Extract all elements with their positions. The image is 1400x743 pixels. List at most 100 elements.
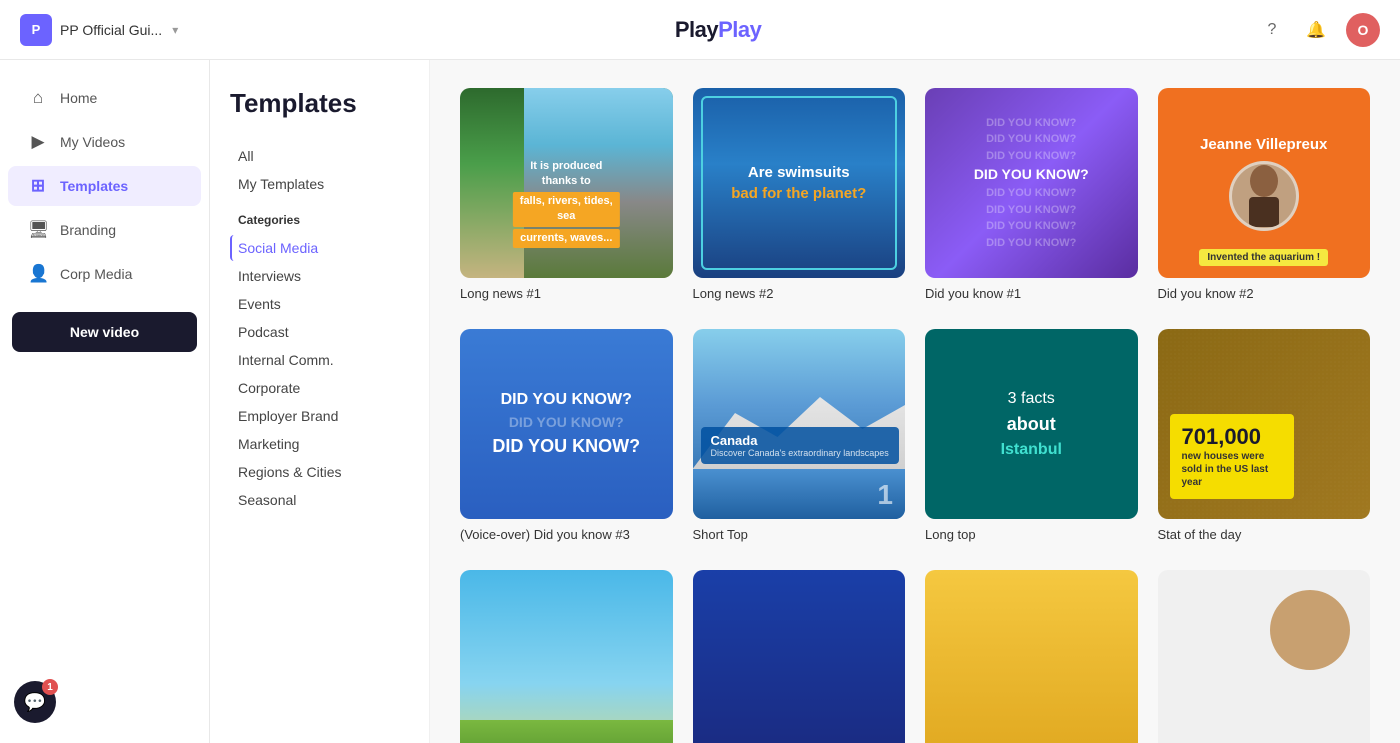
template-thumb-long-top: 3 facts about Istanbul — [925, 329, 1138, 519]
app-logo: PlayPlay — [675, 17, 762, 43]
istanbul-text: 3 facts about Istanbul — [1001, 387, 1062, 462]
template-card-long-news-1[interactable]: It is produced thanks to falls, rivers, … — [460, 88, 673, 301]
main-area: Templates All My Templates Categories So… — [210, 60, 1400, 743]
template-thumb-long-news-2: Are swimsuitsbad for the planet? — [693, 88, 906, 278]
help-icon[interactable]: ? — [1258, 16, 1286, 44]
templates-row-1: It is produced thanks to falls, rivers, … — [460, 88, 1370, 301]
cat-social-media[interactable]: Social Media — [230, 235, 409, 261]
sidebar-item-branding-label: Branding — [60, 222, 116, 238]
template-thumb-person — [1158, 570, 1371, 743]
cat-marketing[interactable]: Marketing — [230, 431, 409, 457]
jeanne-name: Jeanne Villepreux — [1200, 136, 1327, 153]
waterfall-text: It is produced thanks to falls, rivers, … — [513, 159, 619, 248]
didyouknow1-text: DID YOU KNOW? DID YOU KNOW? DID YOU KNOW… — [974, 115, 1089, 252]
template-thumb-yellow — [925, 570, 1138, 743]
topbar-left: P PP Official Gui... ▾ — [20, 14, 178, 46]
sidebar-item-home-label: Home — [60, 90, 97, 106]
chat-button[interactable]: 💬 1 — [14, 681, 56, 723]
template-card-yellow[interactable] — [925, 570, 1138, 743]
template-card-did-you-know-1[interactable]: DID YOU KNOW? DID YOU KNOW? DID YOU KNOW… — [925, 88, 1138, 301]
swimsuit-text: Are swimsuitsbad for the planet? — [711, 142, 886, 224]
cat-corporate[interactable]: Corporate — [230, 375, 409, 401]
layout: ⌂ Home ▶ My Videos ⊞ Templates 🖥 Brandin… — [0, 60, 1400, 743]
didyouknow3-text: DID YOU KNOW? DID YOU KNOW? DID YOU KNOW… — [492, 388, 640, 460]
corp-media-icon: 👤 — [28, 264, 48, 284]
cat-interviews[interactable]: Interviews — [230, 263, 409, 289]
topbar-right: ? 🔔 O — [1258, 13, 1380, 47]
cat-seasonal[interactable]: Seasonal — [230, 487, 409, 513]
bell-icon[interactable]: 🔔 — [1302, 16, 1330, 44]
user-avatar[interactable]: O — [1346, 13, 1380, 47]
template-card-blue[interactable] — [693, 570, 906, 743]
chat-icon: 💬 — [24, 692, 46, 713]
template-thumb-did-you-know-1: DID YOU KNOW? DID YOU KNOW? DID YOU KNOW… — [925, 88, 1138, 278]
template-thumb-did-you-know-2: Jeanne Villepreux Invented the aquarium … — [1158, 88, 1371, 278]
chat-badge-count: 1 — [42, 679, 58, 695]
topbar: P PP Official Gui... ▾ PlayPlay ? 🔔 O — [0, 0, 1400, 60]
template-name-did-you-know-2: Did you know #2 — [1158, 286, 1371, 301]
canada-title: Canada — [711, 433, 889, 448]
categories-panel: Templates All My Templates Categories So… — [210, 60, 430, 743]
cat-regions-cities[interactable]: Regions & Cities — [230, 459, 409, 485]
template-name-long-news-1: Long news #1 — [460, 286, 673, 301]
cat-my-templates[interactable]: My Templates — [230, 171, 409, 197]
cat-employer-brand[interactable]: Employer Brand — [230, 403, 409, 429]
canada-sub: Discover Canada's extraordinary landscap… — [711, 448, 889, 458]
template-name-long-news-2: Long news #2 — [693, 286, 906, 301]
stat-box: 701,000 new houses were sold in the US l… — [1170, 414, 1294, 499]
template-card-person[interactable] — [1158, 570, 1371, 743]
cat-events[interactable]: Events — [230, 291, 409, 317]
template-thumb-beach — [460, 570, 673, 743]
home-icon: ⌂ — [28, 88, 48, 108]
template-name-long-top: Long top — [925, 527, 1138, 542]
cat-all[interactable]: All — [230, 143, 409, 169]
org-name[interactable]: PP Official Gui... — [60, 22, 162, 38]
template-card-beach[interactable] — [460, 570, 673, 743]
sidebar-item-branding[interactable]: 🖥 Branding — [8, 210, 201, 250]
org-avatar[interactable]: P — [20, 14, 52, 46]
cat-internal-comm[interactable]: Internal Comm. — [230, 347, 409, 373]
template-thumb-stat-of-day: 701,000 new houses were sold in the US l… — [1158, 329, 1371, 519]
canada-banner: Canada Discover Canada's extraordinary l… — [701, 427, 899, 464]
templates-grid: It is produced thanks to falls, rivers, … — [430, 60, 1400, 743]
template-card-stat-of-day[interactable]: 701,000 new houses were sold in the US l… — [1158, 329, 1371, 542]
templates-row-3 — [460, 570, 1370, 743]
cat-podcast[interactable]: Podcast — [230, 319, 409, 345]
categories-section-label: Categories — [238, 213, 401, 227]
sidebar-item-my-videos[interactable]: ▶ My Videos — [8, 122, 201, 162]
template-card-long-news-2[interactable]: Are swimsuitsbad for the planet? Long ne… — [693, 88, 906, 301]
template-card-did-you-know-3[interactable]: DID YOU KNOW? DID YOU KNOW? DID YOU KNOW… — [460, 329, 673, 542]
stat-number: 701,000 — [1182, 424, 1282, 450]
video-icon: ▶ — [28, 132, 48, 152]
canada-num: 1 — [877, 479, 893, 511]
person-face — [1270, 590, 1350, 670]
template-card-did-you-know-2[interactable]: Jeanne Villepreux Invented the aquarium … — [1158, 88, 1371, 301]
template-name-stat-of-day: Stat of the day — [1158, 527, 1371, 542]
branding-icon: 🖥 — [28, 220, 48, 240]
jeanne-portrait — [1229, 161, 1299, 231]
new-video-button[interactable]: New video — [12, 312, 197, 352]
canada-lake — [693, 469, 906, 519]
sidebar-item-templates[interactable]: ⊞ Templates — [8, 166, 201, 206]
template-thumb-did-you-know-3: DID YOU KNOW? DID YOU KNOW? DID YOU KNOW… — [460, 329, 673, 519]
templates-icon: ⊞ — [28, 176, 48, 196]
sidebar-item-home[interactable]: ⌂ Home — [8, 78, 201, 118]
template-thumb-long-news-1: It is produced thanks to falls, rivers, … — [460, 88, 673, 278]
template-card-long-top[interactable]: 3 facts about Istanbul Long top — [925, 329, 1138, 542]
sidebar-item-corp-media-label: Corp Media — [60, 266, 132, 282]
template-thumb-blue — [693, 570, 906, 743]
template-thumb-short-top: Canada Discover Canada's extraordinary l… — [693, 329, 906, 519]
sidebar-item-my-videos-label: My Videos — [60, 134, 125, 150]
sidebar-item-templates-label: Templates — [60, 178, 128, 194]
template-name-did-you-know-3: (Voice-over) Did you know #3 — [460, 527, 673, 542]
jeanne-caption: Invented the aquarium ! — [1199, 249, 1328, 266]
page-title: Templates — [230, 88, 409, 119]
templates-row-2: DID YOU KNOW? DID YOU KNOW? DID YOU KNOW… — [460, 329, 1370, 542]
chevron-down-icon: ▾ — [172, 23, 178, 37]
template-name-did-you-know-1: Did you know #1 — [925, 286, 1138, 301]
sidebar-item-corp-media[interactable]: 👤 Corp Media — [8, 254, 201, 294]
stat-description: new houses were sold in the US last year — [1182, 450, 1282, 489]
sidebar: ⌂ Home ▶ My Videos ⊞ Templates 🖥 Brandin… — [0, 60, 210, 743]
template-card-short-top[interactable]: Canada Discover Canada's extraordinary l… — [693, 329, 906, 542]
template-name-short-top: Short Top — [693, 527, 906, 542]
